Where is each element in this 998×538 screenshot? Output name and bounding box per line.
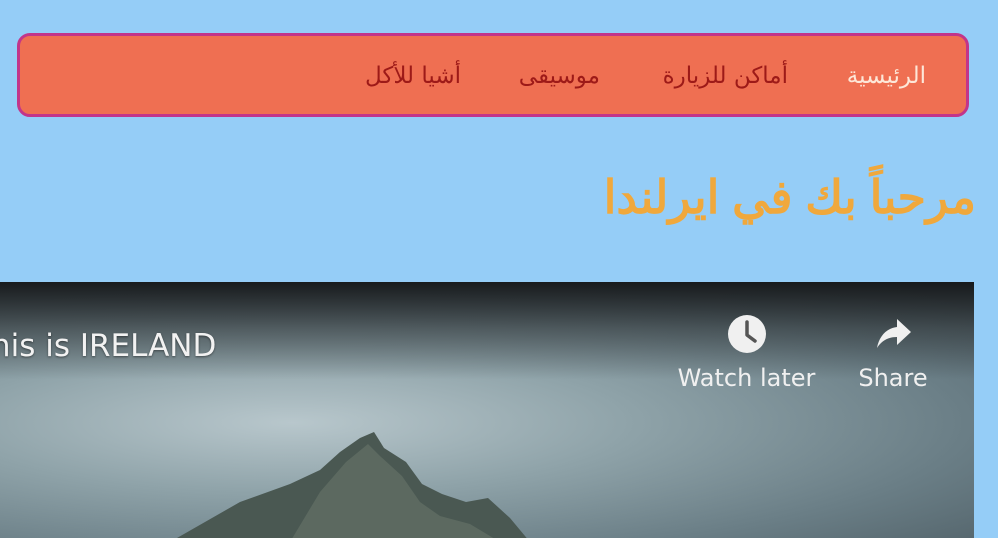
nav-link-places-to-visit[interactable]: أماكن للزيارة <box>663 58 788 94</box>
share-button[interactable]: Share <box>856 312 930 392</box>
nav-link-home[interactable]: الرئيسية <box>847 58 926 94</box>
share-label: Share <box>858 364 928 392</box>
clock-icon <box>727 315 766 353</box>
mountain-island-image <box>177 432 527 538</box>
nav-link-food[interactable]: أشيا للأكل <box>365 58 461 94</box>
embedded-video-player[interactable]: This is IRELAND Watch later Share <box>0 282 974 538</box>
video-title[interactable]: This is IRELAND <box>0 328 216 364</box>
watch-later-button[interactable]: Watch later <box>676 312 817 392</box>
watch-later-label: Watch later <box>677 364 816 392</box>
share-arrow-icon <box>877 319 911 348</box>
top-navbar: الرئيسية أماكن للزيارة موسيقى أشيا للأكل <box>17 33 969 117</box>
page-title: مرحباً بك في ايرلندا <box>603 171 976 223</box>
nav-link-music[interactable]: موسيقى <box>519 58 600 94</box>
